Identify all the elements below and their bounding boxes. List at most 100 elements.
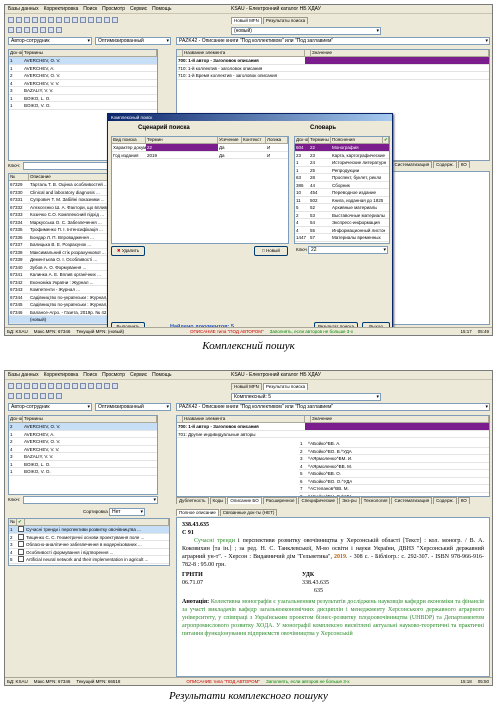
copy-icon[interactable] — [80, 16, 86, 23]
worksheet-row[interactable]: 700: 1-й автор - Заголовок описания — [177, 423, 489, 431]
help-icon[interactable] — [56, 392, 62, 399]
import-icon[interactable] — [40, 26, 46, 33]
next-record-icon[interactable] — [48, 16, 54, 23]
dictionary-row[interactable]: 1 AVERCHEV, A. — [9, 65, 157, 72]
print-icon[interactable] — [24, 382, 30, 389]
save-icon[interactable] — [16, 16, 22, 23]
dictionary-row[interactable]: 2 AVERCHEV, O. V. — [9, 72, 157, 80]
tab-doc-0[interactable]: Дублетность — [176, 497, 209, 504]
author-row[interactable]: 1 ^AБойко^BВ. А. — [299, 440, 489, 448]
dialog-dictionary-row[interactable]: 604 22 Монография — [295, 144, 389, 152]
copy-icon[interactable] — [80, 382, 86, 389]
next-record-icon[interactable] — [48, 382, 54, 389]
dialog-dictionary-row[interactable]: 11 502 Книга, изданная до 1825 — [295, 197, 389, 204]
prev-record-icon[interactable] — [40, 382, 46, 389]
worksheet-row[interactable]: 701: Другие индивидуальные авторы — [177, 431, 489, 438]
result-checkbox[interactable] — [17, 541, 25, 548]
prev-record-icon[interactable] — [40, 16, 46, 23]
paste-icon[interactable] — [88, 382, 94, 389]
query-select[interactable]: (новый) — [231, 27, 381, 35]
save-icon[interactable] — [16, 382, 22, 389]
filter-icon[interactable] — [104, 16, 110, 23]
result-checkbox[interactable] — [17, 556, 25, 563]
menu-item-help[interactable]: Помощь — [152, 6, 171, 12]
tab-full-description[interactable]: Полное описание — [176, 509, 219, 516]
dialog-dictionary-row[interactable]: 4 55 Информационный листок — [295, 227, 389, 234]
menu-item-databases[interactable]: Базы данных — [8, 6, 39, 12]
menu-item-edit[interactable]: Корректировка — [44, 372, 79, 378]
menu-item-view[interactable]: Просмотр — [102, 372, 125, 378]
help-icon[interactable] — [56, 26, 62, 33]
author-row[interactable]: 6 ^AБойко^BО. О.^УДА — [299, 478, 489, 485]
menu-item-service[interactable]: Сервис — [130, 6, 147, 12]
tab-search-results[interactable]: Результаты поиска — [262, 383, 309, 390]
search-scope-select[interactable]: Автор-сотрудник — [8, 37, 92, 45]
result-row[interactable]: 4 Особливості формування і відтворення ..… — [9, 548, 169, 556]
result-checkbox[interactable] — [17, 533, 25, 541]
export-icon[interactable] — [32, 392, 38, 399]
dictionary-row[interactable]: 3 BAZALIY, V. V. — [9, 87, 157, 95]
dictionary-icon[interactable] — [16, 26, 22, 33]
tab-doc-2[interactable]: Описание БО — [227, 497, 262, 504]
result-checkbox[interactable] — [17, 548, 25, 556]
tab-search-results[interactable]: Результаты поиска — [262, 17, 309, 24]
first-record-icon[interactable] — [32, 16, 38, 23]
print-icon[interactable] — [24, 16, 30, 23]
stats-icon[interactable] — [48, 392, 54, 399]
dictionary-row[interactable]: 2 AVERCHEV, O. V. — [9, 438, 157, 446]
dictionary-row[interactable]: 1 BOIKO, V. O. — [9, 102, 157, 110]
sort-mode-select[interactable]: Оптимизированный — [95, 37, 171, 45]
menu-item-service[interactable]: Сервис — [130, 372, 147, 378]
global-correct-icon[interactable] — [24, 26, 30, 33]
tab-doc-9[interactable]: КО — [457, 161, 470, 168]
dictionary-icon[interactable] — [16, 392, 22, 399]
sort-mode-select[interactable]: Оптимизированный — [95, 403, 171, 411]
dictionary-row[interactable]: 1 AVERCHEV, O. V. — [9, 57, 157, 65]
tab-doc-9[interactable]: КО — [457, 497, 470, 504]
menu-item-view[interactable]: Просмотр — [102, 6, 125, 12]
dialog-dictionary-row[interactable]: 63 28 Проспект, буклет, рекла — [295, 174, 389, 182]
dialog-dictionary-row[interactable]: 1 25 Репродукции — [295, 167, 389, 174]
search-icon[interactable] — [96, 16, 102, 23]
dialog-dictionary-row[interactable]: 627258Сборник научных трудов — [295, 242, 389, 244]
search-icon[interactable] — [96, 382, 102, 389]
dialog-dictionary-row[interactable]: 386 44 Сборник — [295, 182, 389, 189]
result-checkbox[interactable] — [17, 526, 25, 533]
export-icon[interactable] — [32, 26, 38, 33]
menu-item-edit[interactable]: Корректировка — [44, 6, 79, 12]
tab-doc-8[interactable]: Содерж. — [433, 497, 457, 504]
dialog-dictionary-row[interactable]: 10 454 Переводное издание — [295, 189, 389, 197]
author-row[interactable]: 3 ^AЯрмоленко^BМ. И. — [299, 455, 489, 463]
last-record-icon[interactable] — [56, 382, 62, 389]
delete-record-icon[interactable] — [72, 382, 78, 389]
refresh-icon[interactable] — [112, 16, 118, 23]
tab-doc-5[interactable]: Экз-ры — [339, 497, 360, 504]
result-row[interactable]: 1 Сучасні тренди і перспективи розвитку о… — [9, 526, 169, 534]
worksheet-row[interactable]: 710: 1-й коллектив - заголовок описания — [177, 65, 489, 72]
last-record-icon[interactable] — [56, 16, 62, 23]
new-button[interactable]: □ Новый — [254, 246, 288, 256]
tab-doc-3[interactable]: Расширенное — [262, 497, 298, 504]
refresh-icon[interactable] — [112, 382, 118, 389]
dictionary-row[interactable]: 1 AVERCHEV, A. — [9, 431, 157, 438]
dialog-dictionary-row[interactable]: 1 24 Исторические литературн — [295, 159, 389, 167]
dictionary-row[interactable]: 1 BOIKO, V. O. — [9, 468, 157, 476]
worksheet-row[interactable]: 710: 1-й Время коллектив - заголовок опи… — [177, 72, 489, 80]
format-icon[interactable] — [8, 392, 14, 399]
delete-record-icon[interactable] — [72, 16, 78, 23]
result-row[interactable]: 2 Тищенко С. С. Геометричні основи проект… — [9, 533, 169, 541]
tab-new-mfn[interactable]: Новый MFN — [231, 17, 262, 24]
open-db-icon[interactable] — [8, 382, 14, 389]
new-record-icon[interactable] — [64, 382, 70, 389]
author-row[interactable]: 7 ^AСтепанов^BВ. М. — [299, 485, 489, 493]
filter-icon[interactable] — [104, 382, 110, 389]
scenario-row[interactable]: Год издания 2019 Да И — [112, 152, 288, 159]
worksheet-row[interactable]: 700: 1-й автор - Заголовок описания — [177, 57, 489, 65]
dialog-dictionary-row[interactable]: 4 54 Экспресс-информация — [295, 219, 389, 227]
tab-doc-1[interactable]: Коды — [209, 497, 227, 504]
result-row[interactable]: 5 Artificial neural network and their imp… — [9, 556, 169, 564]
dictionary-row[interactable]: 1 BOIKO, L. O. — [9, 95, 157, 102]
tab-doc-7[interactable]: Систематизация — [391, 161, 433, 168]
worksheet-select[interactable]: PAZK42 - Описание книги "Под коллективом… — [176, 37, 490, 45]
dialog-dictionary-row[interactable]: 23 23 Карта, картографические — [295, 152, 389, 159]
